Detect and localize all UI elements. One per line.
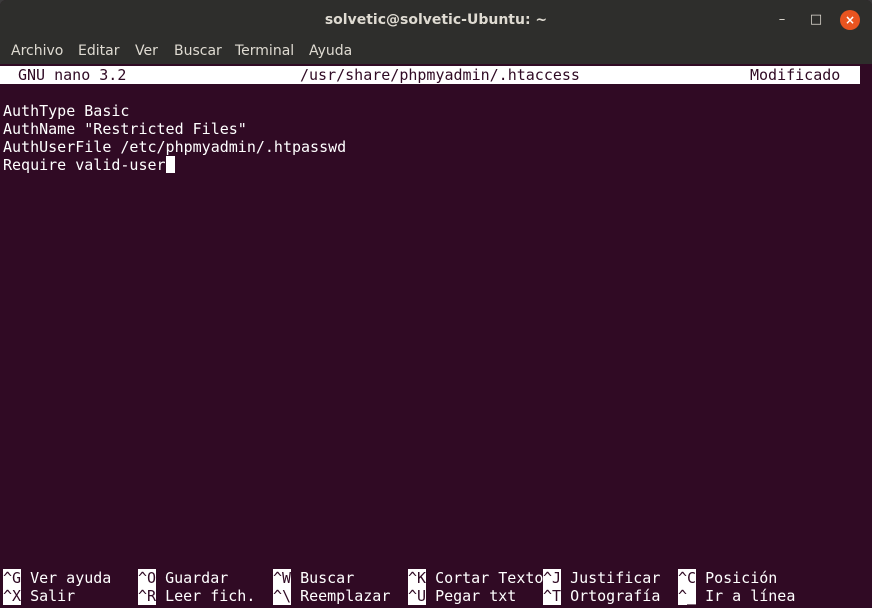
editor-content[interactable]: AuthType Basic AuthName "Restricted File… (3, 102, 346, 174)
maximize-button[interactable]: □ (806, 10, 826, 30)
shortcut-key: ^R (138, 587, 157, 605)
menu-editar[interactable]: Editar (78, 43, 119, 59)
title-bar[interactable]: solvetic@solvetic-Ubuntu: ~ – □ × (0, 0, 872, 40)
shortcut-key: ^_ (678, 587, 697, 605)
shortcut-key: ^O (138, 569, 157, 587)
shortcut-goto-line[interactable]: ^_ Ir a línea (678, 587, 795, 605)
text-line-current: Require valid-user (3, 156, 346, 174)
shortcut-label: Justificar (570, 569, 661, 587)
shortcut-label: Ortografía (570, 587, 661, 605)
shortcut-key: ^\ (273, 587, 292, 605)
shortcut-key: ^U (408, 587, 427, 605)
text-line: AuthType Basic (3, 102, 130, 120)
shortcut-label: Pegar txt (435, 587, 517, 605)
nano-header: GNU nano 3.2 /usr/share/phpmyadmin/.htac… (0, 66, 860, 84)
shortcut-key: ^C (678, 569, 697, 587)
shortcut-label: Salir (30, 587, 76, 605)
shortcut-label: Ver ayuda (30, 569, 112, 587)
shortcut-justify[interactable]: ^J Justificar (543, 569, 660, 587)
nano-filename: /usr/share/phpmyadmin/.htaccess (300, 66, 580, 84)
menu-bar: Archivo Editar Ver Buscar Terminal Ayuda (0, 40, 872, 64)
shortcut-key: ^W (273, 569, 292, 587)
shortcut-help[interactable]: ^G Ver ayuda (3, 569, 111, 587)
minimize-button[interactable]: – (772, 10, 792, 30)
terminal-area[interactable]: GNU nano 3.2 /usr/share/phpmyadmin/.htac… (0, 64, 860, 608)
menu-ayuda[interactable]: Ayuda (309, 43, 352, 59)
scrollbar[interactable] (860, 64, 872, 608)
nano-status: Modificado (750, 66, 841, 84)
text-line: AuthName "Restricted Files" (3, 120, 247, 138)
shortcut-key: ^K (408, 569, 427, 587)
close-button[interactable]: × (840, 10, 860, 30)
menu-archivo[interactable]: Archivo (11, 43, 63, 59)
menu-terminal[interactable]: Terminal (235, 43, 294, 59)
terminal-window: solvetic@solvetic-Ubuntu: ~ – □ × Archiv… (0, 0, 872, 608)
shortcut-label: Guardar (165, 569, 229, 587)
window-title: solvetic@solvetic-Ubuntu: ~ (324, 12, 548, 28)
menu-ver[interactable]: Ver (135, 43, 158, 59)
shortcut-label: Ir a línea (705, 587, 796, 605)
shortcut-read-file[interactable]: ^R Leer fich. (138, 587, 255, 605)
shortcut-spell[interactable]: ^T Ortografía (543, 587, 660, 605)
shortcut-replace[interactable]: ^\ Reemplazar (273, 587, 390, 605)
shortcut-key: ^J (543, 569, 562, 587)
shortcut-label: Cortar Texto (435, 569, 544, 587)
shortcut-exit[interactable]: ^X Salir (3, 587, 75, 605)
shortcut-label: Posición (705, 569, 778, 587)
text-line-text: Require valid-user (3, 156, 166, 174)
nano-version: GNU nano 3.2 (18, 66, 127, 84)
shortcut-cut[interactable]: ^K Cortar Texto (408, 569, 543, 587)
shortcut-label: Reemplazar (300, 587, 391, 605)
menu-buscar[interactable]: Buscar (174, 43, 222, 59)
shortcut-bar: ^G Ver ayuda ^O Guardar ^W Buscar ^K Cortar … (0, 569, 860, 605)
shortcut-save[interactable]: ^O Guardar (138, 569, 228, 587)
shortcut-key: ^T (543, 587, 562, 605)
shortcut-position[interactable]: ^C Posición (678, 569, 777, 587)
shortcut-key: ^X (3, 587, 22, 605)
shortcut-label: Buscar (300, 569, 355, 587)
shortcut-search[interactable]: ^W Buscar (273, 569, 354, 587)
text-line: AuthUserFile /etc/phpmyadmin/.htpasswd (3, 138, 347, 156)
shortcut-label: Leer fich. (165, 587, 256, 605)
shortcut-key: ^G (3, 569, 22, 587)
shortcut-paste[interactable]: ^U Pegar txt (408, 587, 516, 605)
text-cursor (165, 156, 175, 173)
